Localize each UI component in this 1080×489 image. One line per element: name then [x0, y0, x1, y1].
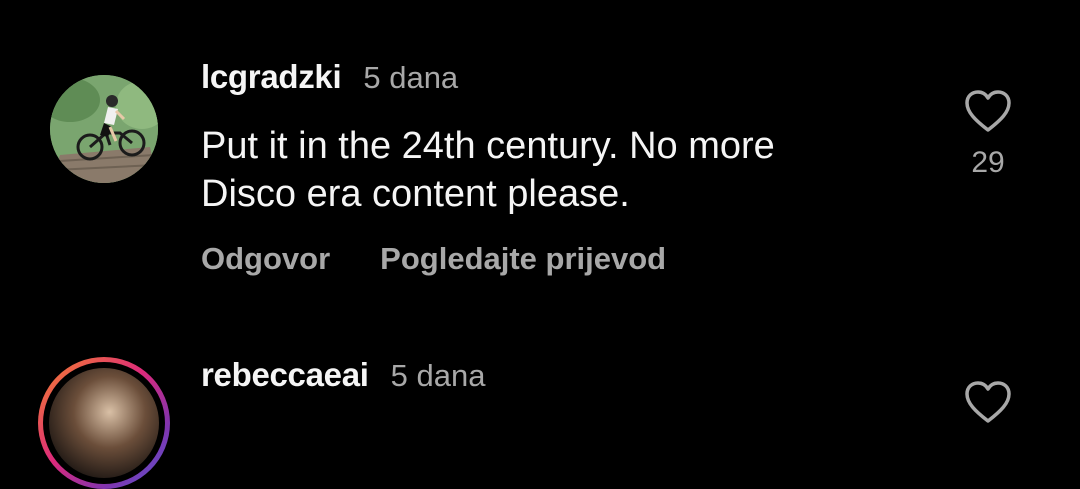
heart-outline-icon[interactable]	[963, 88, 1013, 134]
avatar[interactable]	[50, 75, 158, 183]
reply-button[interactable]: Odgovor	[201, 241, 330, 277]
comment-timestamp: 5 dana	[363, 60, 459, 95]
comment-actions: Odgovor Pogledajte prijevod	[201, 241, 666, 277]
comment-timestamp: 5 dana	[390, 358, 486, 393]
comment-header: lcgradzki 5 dana	[201, 58, 458, 96]
comment-text: Put it in the 24th century. No more Disc…	[201, 122, 921, 218]
comment-text-line: Put it in the 24th century. No more	[201, 125, 775, 167]
like-group: 29	[958, 88, 1018, 180]
profile-photo	[49, 368, 159, 478]
comment-item: lcgradzki 5 dana Put it in the 24th cent…	[0, 0, 1080, 330]
avatar[interactable]	[38, 357, 170, 489]
comment-header: rebeccaeai 5 dana	[201, 356, 485, 394]
see-translation-button[interactable]: Pogledajte prijevod	[380, 241, 666, 277]
like-group	[958, 379, 1018, 425]
username[interactable]: lcgradzki	[201, 58, 342, 96]
comment-item: rebeccaeai 5 dana	[0, 330, 1080, 489]
comment-text-line: Disco era content please.	[201, 173, 630, 215]
username[interactable]: rebeccaeai	[201, 356, 369, 394]
cyclist-photo	[50, 75, 158, 183]
heart-outline-icon[interactable]	[963, 379, 1013, 425]
like-count: 29	[971, 146, 1005, 179]
